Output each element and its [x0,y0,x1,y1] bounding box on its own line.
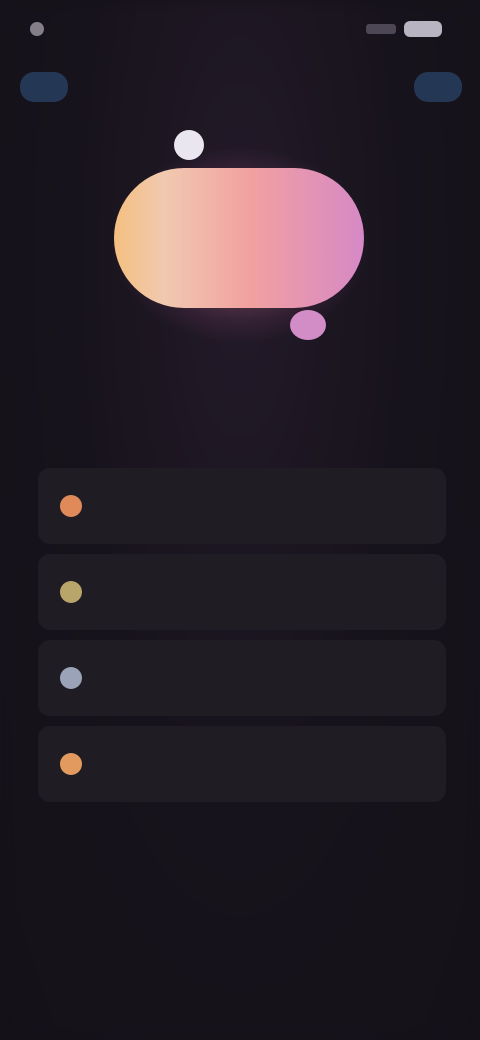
status-left [30,22,54,36]
option-item-3[interactable] [38,640,446,716]
battery-icon [404,21,442,37]
back-button[interactable] [20,72,68,102]
gift-icon [174,130,204,160]
option-item-4[interactable] [38,726,446,802]
status-bar [30,14,450,44]
hero-illustration [90,120,390,360]
status-right [366,21,450,37]
hero-tail [290,310,326,340]
action-button[interactable] [414,72,462,102]
status-indicator-icon [30,22,44,36]
calendar-icon [60,667,82,689]
bell-icon [60,753,82,775]
moon-icon [60,581,82,603]
sun-icon [60,495,82,517]
option-item-1[interactable] [38,468,446,544]
signal-icon [366,24,396,34]
options-list [38,468,446,802]
hero-art [114,168,364,308]
option-item-2[interactable] [38,554,446,630]
